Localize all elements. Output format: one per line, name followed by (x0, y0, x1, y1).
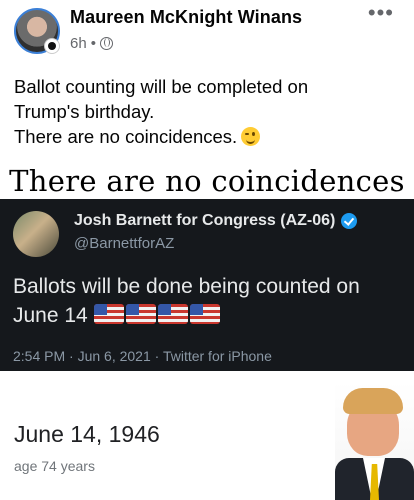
post-text-line: There are no coincidences. (14, 124, 308, 149)
tweet-author-name: Josh Barnett for Congress (AZ-06) (74, 212, 336, 229)
tweet-text: Ballots will be done being counted on Ju… (13, 272, 360, 330)
age-text: age 74 years (14, 458, 95, 474)
embedded-tweet: Josh Barnett for Congress (AZ-06) @Barne… (0, 199, 414, 371)
author-name[interactable]: Maureen McKnight Winans (70, 7, 302, 28)
meme-caption: There are no coincidences (9, 164, 405, 198)
post-text-line: Trump's birthday. (14, 101, 155, 122)
post-text: Ballot counting will be completed on Tru… (14, 74, 308, 149)
globe-icon[interactable] (99, 37, 113, 50)
us-flag-icon (157, 304, 188, 324)
post-text-line: Ballot counting will be completed on (14, 76, 309, 97)
winking-face-icon (241, 127, 261, 146)
post-time[interactable]: 6h (70, 35, 87, 52)
tweet-author: Josh Barnett for Congress (AZ-06) (74, 212, 358, 230)
us-flag-icon (125, 304, 156, 324)
post-header: Maureen McKnight Winans 6h • ••• (0, 0, 414, 62)
meta-separator: • (90, 35, 96, 52)
tweet-author-avatar (13, 211, 59, 257)
post-text-line-content: There are no coincidences. (14, 126, 238, 147)
profile-badge-icon (44, 38, 60, 54)
verified-badge-icon (341, 213, 358, 229)
us-flag-icon (189, 304, 220, 324)
birth-date: June 14, 1946 (14, 421, 160, 447)
tweet-handle: @BarnettforAZ (74, 235, 175, 252)
us-flags (93, 304, 220, 324)
more-options-icon[interactable]: ••• (368, 2, 394, 24)
person-photo (335, 382, 414, 500)
us-flag-icon (93, 304, 124, 324)
tweet-text-line-content: June 14 (13, 304, 88, 327)
tweet-text-line: June 14 (13, 301, 360, 330)
tweet-meta: 2:54 PM · Jun 6, 2021 · Twitter for iPho… (13, 348, 272, 364)
post-meta: 6h • (70, 35, 113, 52)
tweet-text-line: Ballots will be done being counted on (13, 275, 360, 298)
